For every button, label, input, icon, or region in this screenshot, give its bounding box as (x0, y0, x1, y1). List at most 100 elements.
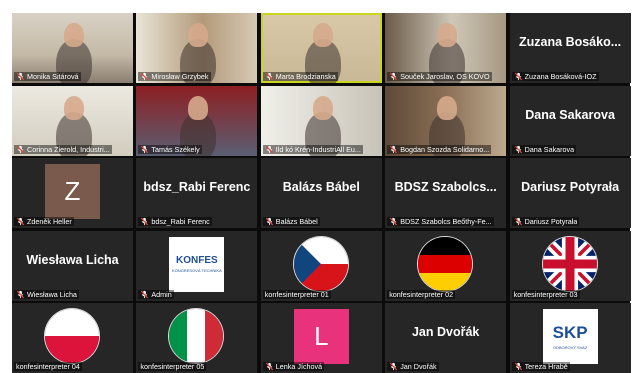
participant-name: Marta Brodzianska (275, 72, 336, 81)
participant-tile[interactable]: Wiesława Licha Wiesława Licha (12, 230, 133, 301)
participant-tile[interactable]: konfesinterpreter 04 (12, 303, 133, 373)
logo-subtext: ODBOROVÝ SVAZ (552, 345, 588, 350)
mic-muted-icon (389, 145, 398, 154)
participant-name-label: Jan Dvořák (387, 362, 439, 371)
participant-display-name: BDSZ Szabolcs... (394, 180, 497, 194)
participant-tile[interactable]: Z Zdeněk Heller (12, 158, 133, 228)
participant-tile[interactable]: Jan Dvořák Jan Dvořák (385, 303, 507, 373)
mic-muted-icon (514, 145, 523, 154)
participant-name-label: bdsz_Rabi Ferenc (138, 217, 212, 226)
participant-tile[interactable]: konfesinterpreter 05 (136, 303, 258, 373)
mic-muted-icon (140, 217, 149, 226)
participant-name-label: Dana Sakarova (511, 144, 577, 154)
participant-tile[interactable]: konfesinterpreter 01 (260, 230, 382, 301)
participant-name-label: Souček Jaroslav, OS KOVO (387, 72, 492, 81)
participant-tile[interactable]: Mirosław Grzybek (136, 13, 258, 83)
participant-avatar: L (293, 309, 349, 364)
participant-face (437, 95, 458, 120)
participant-name: Zuzana Bosáková-IOZ (524, 72, 597, 81)
participant-name-label: konfesinterpreter 04 (14, 362, 82, 371)
participant-name: Corinna Zierold, Industri... (27, 144, 110, 154)
participant-name-label: Ild kó Krén-IndustriAll Eu... (262, 144, 363, 154)
participant-tile[interactable]: Tamás Székely (136, 85, 258, 156)
participant-name: Ild kó Krén-IndustriAll Eu... (275, 144, 361, 154)
mic-muted-icon (514, 72, 523, 81)
participant-name-label: Dariusz Potyrała (511, 217, 580, 226)
organization-logo: SKP ODBOROVÝ SVAZ (542, 309, 598, 364)
participant-name: Souček Jaroslav, OS KOVO (400, 72, 490, 81)
participant-name: Dana Sakarova (524, 144, 575, 154)
participant-tile[interactable]: L Lenka Jíchová (260, 303, 382, 373)
participant-name-label: konfesinterpreter 05 (138, 362, 207, 371)
participant-name: Balázs Bábel (275, 217, 318, 226)
participant-name: bdsz_Rabi Ferenc (151, 217, 210, 226)
participant-tile[interactable]: Bogdan Szozda Solidarno... (385, 85, 507, 156)
mic-muted-icon (389, 362, 398, 371)
mic-muted-icon (514, 362, 523, 371)
flag-uk-icon (542, 236, 597, 291)
participant-tile[interactable]: bdsz_Rabi Ferenc bdsz_Rabi Ferenc (136, 158, 258, 228)
participant-name-label: konfesinterpreter 03 (511, 289, 580, 299)
mic-muted-icon (265, 217, 274, 226)
participant-avatar: Z (45, 164, 100, 219)
participant-display-name: Zuzana Bosáko... (519, 35, 622, 49)
participant-name-label: Admin (138, 289, 174, 299)
participant-display-name: Balázs Bábel (282, 180, 360, 194)
participant-name: Wiesława Licha (27, 289, 77, 299)
participant-tile[interactable]: Marta Brodzianska (260, 13, 382, 83)
mic-muted-icon (16, 290, 25, 299)
participant-name-label: Monika Sitárová (14, 72, 81, 81)
participant-name: BDSZ Szabolcs Beőthy-Fe... (400, 217, 492, 226)
participant-tile[interactable]: Monika Sitárová (12, 13, 133, 83)
participant-tile[interactable]: Dana Sakarova Dana Sakarova (509, 85, 631, 156)
mic-muted-icon (389, 217, 398, 226)
participant-display-name: bdsz_Rabi Ferenc (143, 180, 251, 194)
participant-face (312, 23, 333, 47)
participant-face (188, 95, 209, 120)
participant-name: konfesinterpreter 02 (389, 289, 454, 299)
mic-muted-icon (389, 72, 398, 81)
participant-tile[interactable]: BDSZ Szabolcs... BDSZ Szabolcs Beőthy-Fe.… (385, 158, 507, 228)
participant-name-label: Wiesława Licha (14, 289, 79, 299)
participant-display-name: Wiesława Licha (26, 252, 119, 267)
participant-name-label: Tereza Hrabě (511, 362, 570, 371)
participant-tile[interactable]: SKP ODBOROVÝ SVAZ Tereza Hrabě (509, 303, 631, 373)
mic-muted-icon (265, 72, 274, 81)
participant-tile[interactable]: Ild kó Krén-IndustriAll Eu... (260, 85, 382, 156)
participant-tile[interactable]: Zuzana Bosáko... Zuzana Bosáková-IOZ (509, 13, 631, 83)
mic-muted-icon (140, 290, 149, 299)
participant-name-label: Tamás Székely (138, 144, 202, 154)
mic-muted-icon (16, 145, 25, 154)
participant-tile[interactable]: Dariusz Potyrała Dariusz Potyrała (509, 158, 631, 228)
participant-name: Jan Dvořák (400, 362, 437, 371)
flag-it-icon (169, 309, 224, 363)
flag-pl-icon (45, 309, 99, 363)
participant-name: konfesinterpreter 04 (16, 362, 80, 371)
organization-logo: KONFES KONGRESOVÁ TECHNIKA (169, 236, 225, 292)
logo-text: SKP (552, 323, 588, 342)
participant-tile[interactable]: konfesinterpreter 03 (509, 230, 631, 301)
mic-muted-icon (514, 217, 523, 226)
participant-face (437, 23, 458, 47)
participant-name: konfesinterpreter 03 (513, 289, 578, 299)
mic-muted-icon (140, 72, 149, 81)
participant-tile[interactable]: konfesinterpreter 02 (385, 230, 507, 301)
participant-name-label: Balázs Bábel (262, 217, 320, 226)
video-gallery: Monika Sitárová Mirosław Grzybek Marta Bro… (12, 13, 631, 373)
mic-muted-icon (265, 362, 274, 371)
participant-tile[interactable]: Corinna Zierold, Industri... (12, 85, 133, 156)
participant-name: Mirosław Grzybek (151, 72, 209, 81)
logo-text: KONFES (176, 255, 218, 266)
participant-face (188, 23, 209, 47)
participant-tile[interactable]: Balázs Bábel Balázs Bábel (260, 158, 382, 228)
participant-tile[interactable]: KONFES KONGRESOVÁ TECHNIKA Admin (136, 230, 258, 301)
participant-name-label: Zuzana Bosáková-IOZ (511, 72, 599, 81)
participant-tile[interactable]: Souček Jaroslav, OS KOVO (385, 13, 507, 83)
participant-name: konfesinterpreter 05 (140, 362, 205, 371)
participant-name-label: konfesinterpreter 01 (262, 289, 331, 299)
participant-name: Admin (151, 289, 172, 299)
flag-de-icon (418, 236, 473, 291)
participant-display-name: Dana Sakarova (525, 107, 615, 122)
participant-grid: Monika Sitárová Mirosław Grzybek Marta Bro… (12, 13, 631, 373)
flag-cz-icon (293, 236, 348, 291)
